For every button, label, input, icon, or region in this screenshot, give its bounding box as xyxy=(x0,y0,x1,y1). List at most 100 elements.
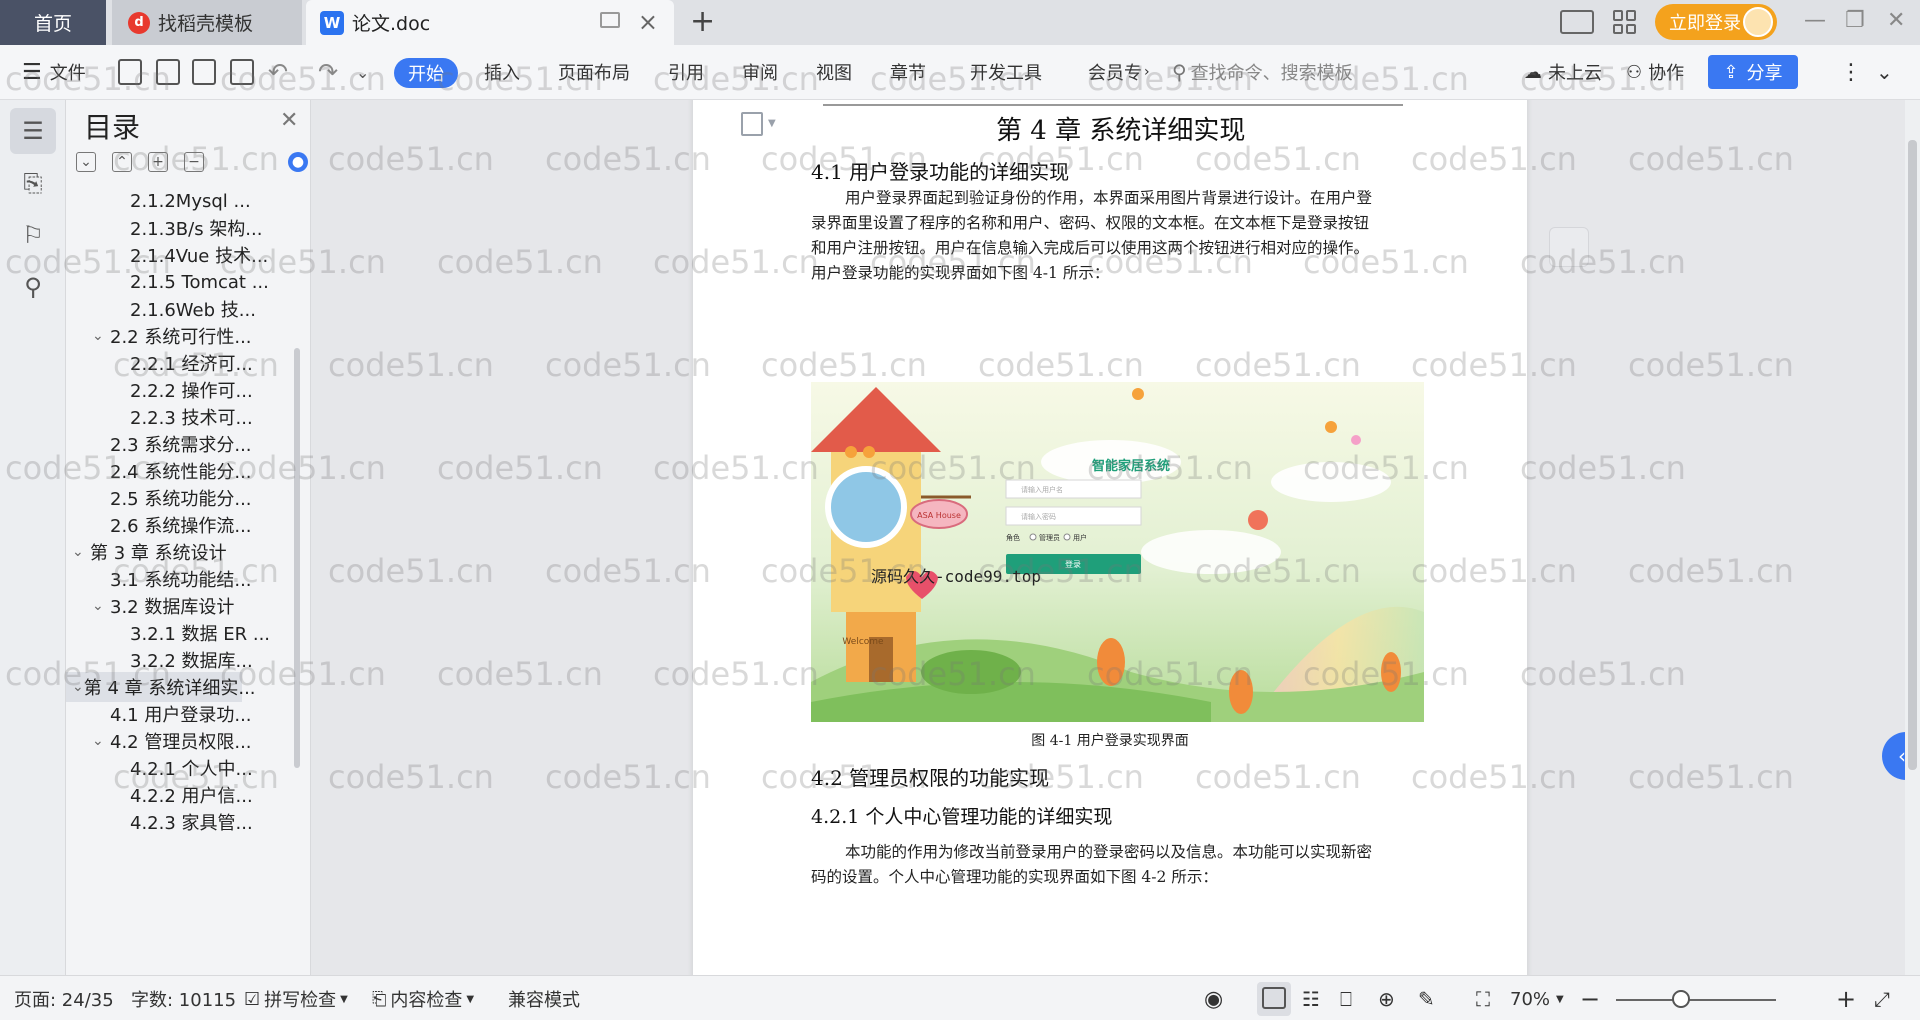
tab-review[interactable]: 审阅 xyxy=(742,57,778,87)
expand-all-icon[interactable]: ⌄ xyxy=(76,152,96,172)
toc-item[interactable]: ⌄ 4.2 管理员权限... xyxy=(92,726,252,756)
window-layout-icon[interactable] xyxy=(1560,10,1594,34)
toc-item[interactable]: 2.1.4Vue 技术... xyxy=(112,240,268,270)
chevron-down-icon[interactable]: ⌄ xyxy=(72,544,90,560)
toc-item-label: 2.4 系统性能分... xyxy=(110,462,252,483)
tab-dev-tools[interactable]: 开发工具 xyxy=(970,57,1042,87)
chevron-down-icon[interactable]: ⌄ xyxy=(92,733,110,749)
page-view-icon[interactable] xyxy=(1262,987,1286,1009)
toc-item[interactable]: 2.1.5 Tomcat ... xyxy=(112,267,269,297)
vertical-scrollbar[interactable] xyxy=(1905,100,1920,975)
close-tab-icon[interactable]: × xyxy=(638,8,658,36)
tab-document[interactable]: W 论文.doc × xyxy=(306,0,674,45)
command-search[interactable]: ⚲ 查找命令、搜索模板 xyxy=(1172,57,1353,87)
web-view-icon[interactable]: ⊕ xyxy=(1378,986,1395,1012)
cloud-status[interactable]: ☁ 未上云 xyxy=(1524,57,1602,87)
tab-templates[interactable]: d 找稻壳模板 xyxy=(112,0,302,45)
tab-member[interactable]: 会员专 › xyxy=(1088,57,1150,87)
page-indicator[interactable]: 页面: 24/35 xyxy=(14,986,114,1012)
scroll-thumb[interactable] xyxy=(1908,140,1917,770)
close-toc-icon[interactable]: ✕ xyxy=(280,108,298,133)
content-check-button[interactable]: ⎗ 内容检查 ▼ xyxy=(372,986,474,1012)
collab-button[interactable]: ⚇ 协作 xyxy=(1626,57,1684,87)
apps-grid-icon[interactable] xyxy=(1613,10,1637,34)
toc-item[interactable]: 3.1 系统功能结... xyxy=(92,564,252,594)
toc-item[interactable]: 2.1.2Mysql ... xyxy=(112,186,251,216)
toc-scrollbar[interactable] xyxy=(294,348,300,768)
screen-icon[interactable] xyxy=(600,12,620,28)
filter-panel-button[interactable] xyxy=(1549,227,1589,267)
ai-assistant-icon[interactable]: ● xyxy=(288,152,308,172)
bookmark-icon[interactable]: ⚐ xyxy=(20,221,46,249)
more-options-icon[interactable]: ⋮ xyxy=(1840,57,1862,87)
toc-item[interactable]: 4.1 用户登录功... xyxy=(92,699,252,729)
toc-item[interactable]: ⌄ 第 3 章 系统设计 xyxy=(72,537,227,567)
outline-view-icon[interactable]: ☷ xyxy=(1302,986,1320,1012)
toc-item[interactable]: ⌄ 2.2 系统可行性... xyxy=(92,321,252,351)
toc-item[interactable]: 2.6 系统操作流... xyxy=(92,510,252,540)
tab-page-layout[interactable]: 页面布局 xyxy=(558,57,630,87)
print-preview-icon[interactable] xyxy=(230,59,254,85)
find-icon[interactable]: ⚲ xyxy=(20,273,46,301)
tab-view[interactable]: 视图 xyxy=(816,57,852,87)
chevron-down-icon[interactable]: ⌄ xyxy=(92,598,110,614)
toc-item[interactable]: 4.2.3 家具管... xyxy=(112,807,253,837)
zoom-slider-knob[interactable] xyxy=(1672,990,1690,1008)
write-mode-icon[interactable]: ✎ xyxy=(1418,986,1435,1012)
word-count[interactable]: 字数: 10115 xyxy=(131,986,236,1012)
chevron-down-icon[interactable]: ⌄ xyxy=(92,328,110,344)
minimize-icon[interactable]: — xyxy=(1804,8,1826,33)
toc-item[interactable]: 3.2.2 数据库... xyxy=(112,645,253,675)
redo-icon[interactable]: ↷ xyxy=(318,57,338,87)
tab-references[interactable]: 引用 xyxy=(668,57,704,87)
tab-start[interactable]: 开始 xyxy=(394,58,458,88)
zoom-slider[interactable] xyxy=(1616,999,1776,1001)
chevron-down-icon[interactable]: ⌄ xyxy=(72,679,84,695)
eye-protection-icon[interactable]: ◉ xyxy=(1204,986,1223,1012)
collapse-all-icon[interactable]: ⌃ xyxy=(112,152,132,172)
toc-item[interactable]: 2.1.3B/s 架构... xyxy=(112,213,262,243)
close-window-icon[interactable]: ✕ xyxy=(1887,8,1905,33)
page-options-icon[interactable] xyxy=(741,112,763,136)
tab-chapter[interactable]: 章节 xyxy=(890,57,926,87)
undo-icon[interactable]: ↶ xyxy=(268,57,288,87)
toc-item[interactable]: 4.2.2 用户信... xyxy=(112,780,253,810)
new-tab-button[interactable]: + xyxy=(690,4,715,39)
login-button[interactable]: 立即登录 xyxy=(1655,4,1777,40)
fit-page-icon[interactable]: ⛶ xyxy=(1476,986,1490,1012)
spell-check-button[interactable]: ☑ 拼写检查 ▼ xyxy=(244,986,348,1012)
tab-home[interactable]: 首页 xyxy=(0,0,106,45)
toc-item[interactable]: 2.2.1 经济可... xyxy=(112,348,253,378)
toc-item[interactable]: 2.3 系统需求分... xyxy=(92,429,252,459)
section-4-2-1-heading: 4.2.1 个人中心管理功能的详细实现 xyxy=(811,806,1113,828)
chapter-nav-icon[interactable]: ⎘ xyxy=(20,169,46,197)
toc-item[interactable]: 2.2.2 操作可... xyxy=(112,375,253,405)
zoom-out-icon[interactable]: − xyxy=(1580,985,1600,1013)
remove-heading-icon[interactable]: − xyxy=(184,152,204,172)
document-page[interactable]: ▼ 第 4 章 系统详细实现 4.1 用户登录功能的详细实现 用户登录界面起到验… xyxy=(693,100,1527,975)
zoom-level-select[interactable]: 70% ▼ xyxy=(1510,986,1564,1012)
quick-access-dropdown-icon[interactable]: ⌄ xyxy=(356,57,369,87)
print-icon[interactable] xyxy=(192,59,216,85)
toc-item[interactable]: 2.1.6Web 技... xyxy=(112,294,256,324)
restore-icon[interactable]: ❐ xyxy=(1845,8,1865,33)
file-menu[interactable]: ☰ 文件 xyxy=(22,57,86,87)
caret-down-icon[interactable]: ▼ xyxy=(768,118,776,129)
reading-view-icon[interactable]: ⎕ xyxy=(1340,986,1352,1012)
save-icon[interactable] xyxy=(118,59,142,85)
share-button[interactable]: ⇪ 分享 xyxy=(1708,55,1798,89)
collapse-ribbon-icon[interactable]: ⌄ xyxy=(1876,57,1893,87)
toc-item[interactable]: 3.2.1 数据 ER ... xyxy=(112,618,270,648)
toc-item[interactable]: 4.2.1 个人中... xyxy=(112,753,253,783)
toc-item[interactable]: ⌄ 第 4 章 系统详细实... xyxy=(66,672,256,702)
toc-item[interactable]: 2.4 系统性能分... xyxy=(92,456,252,486)
export-pdf-icon[interactable] xyxy=(156,59,180,85)
toc-item[interactable]: 2.5 系统功能分... xyxy=(92,483,252,513)
tab-insert[interactable]: 插入 xyxy=(484,57,520,87)
zoom-in-icon[interactable]: + xyxy=(1836,985,1856,1013)
toc-item[interactable]: ⌄ 3.2 数据库设计 xyxy=(92,591,234,621)
fullscreen-icon[interactable]: ⤢ xyxy=(1874,986,1890,1012)
toc-panel-icon[interactable]: ☰ xyxy=(20,117,46,145)
add-heading-icon[interactable]: + xyxy=(148,152,168,172)
toc-item[interactable]: 2.2.3 技术可... xyxy=(112,402,253,432)
